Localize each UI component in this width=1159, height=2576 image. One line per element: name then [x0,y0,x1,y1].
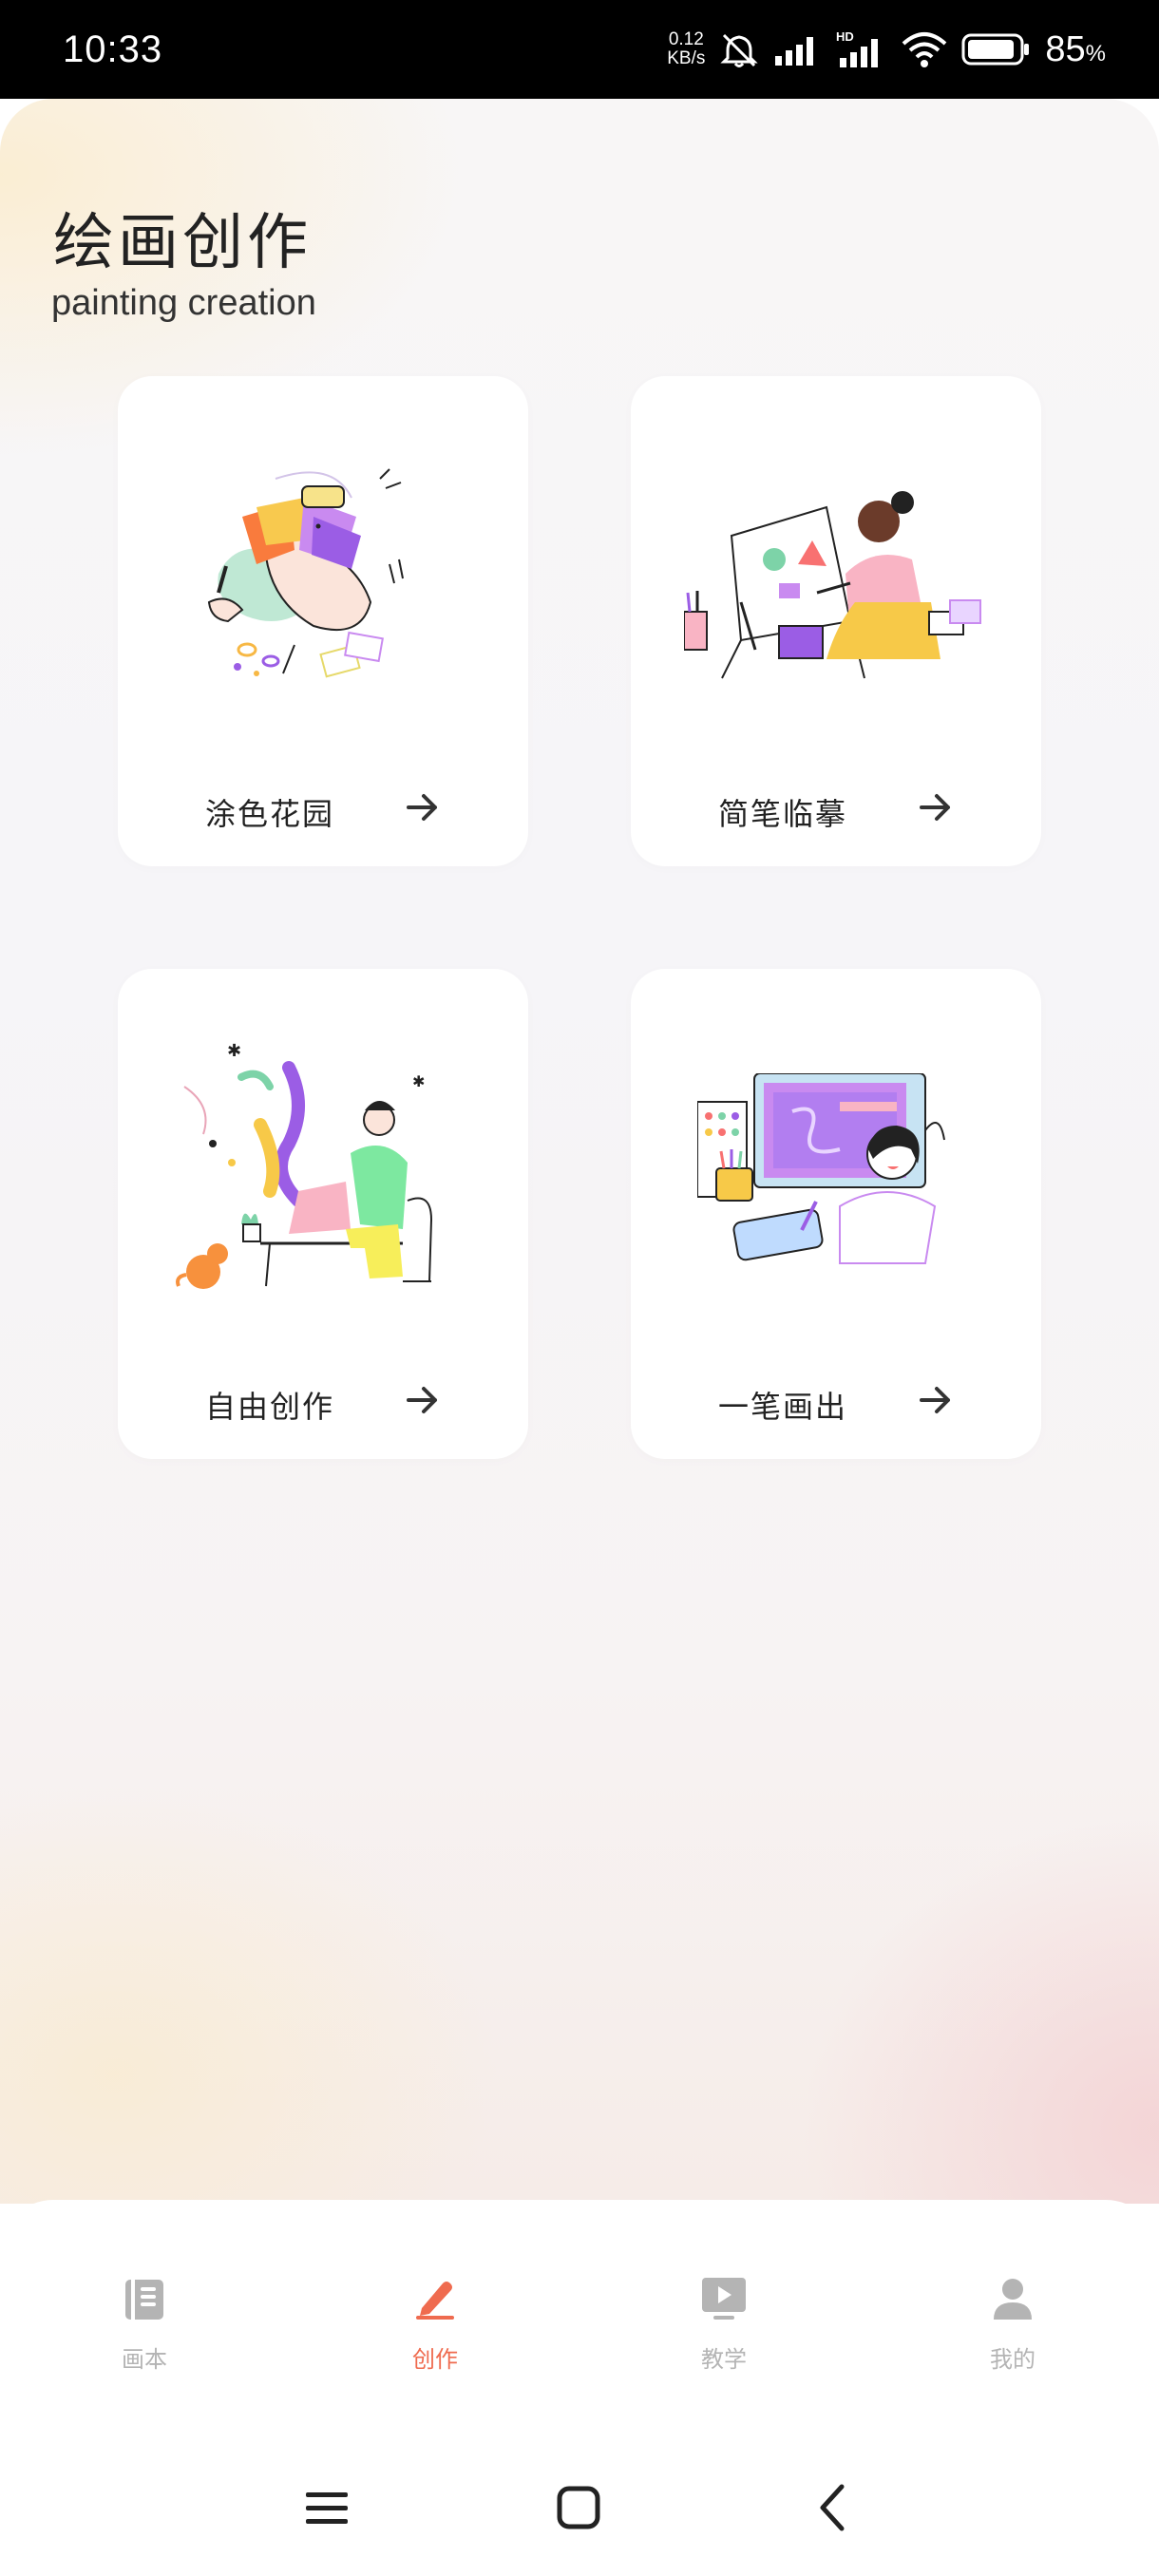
home-icon[interactable] [557,2485,600,2530]
bottom-nav: 画本 创作 教学 我的 [0,2200,1159,2443]
card-one-stroke[interactable]: 一笔画出 [631,969,1041,1459]
tablet-drawing-illustration [697,1073,945,1264]
network-speed: 0.12 KB/s [667,30,705,68]
nav-label: 创作 [412,2346,458,2373]
card-label: 涂色花园 [205,796,335,832]
person-icon [994,2279,1032,2320]
book-icon [125,2280,163,2320]
battery-icon [961,33,1030,66]
svg-text:✱: ✱ [227,1041,241,1061]
easel-painting-illustration [684,491,981,679]
nav-label: 画本 [122,2346,167,2373]
card-label: 简笔临摹 [718,796,848,832]
nav-item-create[interactable]: 创作 [378,2276,492,2374]
menu-icon[interactable] [306,2487,348,2529]
battery-percent: 85% [1045,29,1106,70]
nav-item-book[interactable]: 画本 [87,2276,201,2374]
free-drawing-illustration: ✱ ✱ [176,1041,433,1289]
battery-percent-value: 85 [1045,28,1086,69]
system-nav-bar [0,2443,1159,2576]
card-coloring-garden[interactable]: 涂色花园 [118,376,528,866]
card-free-creation[interactable]: ✱ ✱ 自由创作 [118,969,528,1459]
back-icon[interactable] [815,2483,849,2532]
page-title: 绘画创作 [53,208,312,278]
mute-icon [720,33,758,67]
arrow-right-icon [920,794,950,821]
wifi-icon [902,32,947,67]
nav-label: 我的 [990,2346,1036,2373]
arrow-right-icon [407,1387,437,1413]
card-stroke-copy[interactable]: 简笔临摹 [631,376,1041,866]
nav-item-teaching[interactable]: 教学 [667,2276,781,2374]
coloring-illustration [207,468,404,678]
network-speed-value: 0.12 [668,29,704,49]
status-time: 10:33 [63,28,163,70]
nav-label: 教学 [701,2346,747,2373]
network-speed-unit: KB/s [667,48,706,68]
video-play-icon [702,2278,746,2320]
status-icons: 0.12 KB/s HD 85% [667,25,1106,74]
nav-item-mine[interactable]: 我的 [956,2276,1070,2374]
svg-text:✱: ✱ [412,1072,425,1090]
card-label: 自由创作 [205,1389,335,1425]
card-label: 一笔画出 [718,1389,848,1425]
arrow-right-icon [407,794,437,821]
page-subtitle: painting creation [51,283,316,323]
app-surface: 绘画创作 painting creation 涂色花园 简笔临摹 ✱ ✱ 自由创… [0,99,1159,2204]
hd-label: HD [836,29,854,44]
battery-percent-sign: % [1085,40,1106,66]
status-bar: 10:33 0.12 KB/s HD 85% [0,0,1159,99]
signal-icon [775,37,814,66]
arrow-right-icon [920,1387,950,1413]
hd-signal-icon: HD [836,29,879,67]
pencil-icon [416,2282,454,2320]
